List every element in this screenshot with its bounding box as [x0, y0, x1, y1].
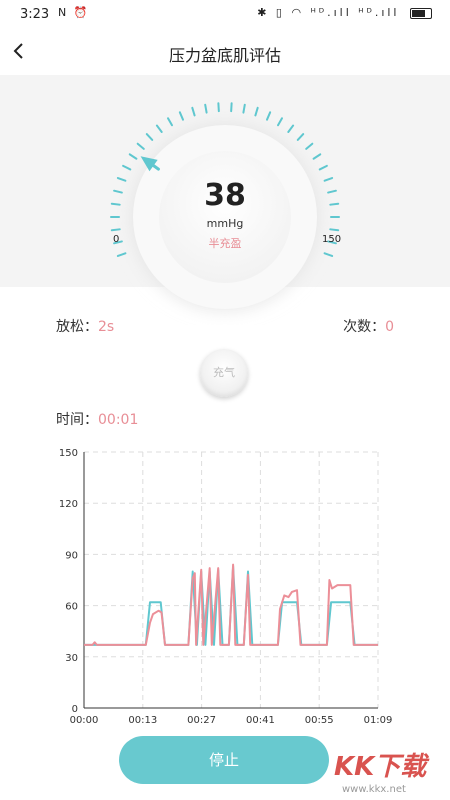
nav-bar: 压力盆底肌评估 — [0, 30, 450, 75]
x-tick-label: 00:55 — [305, 715, 334, 726]
fill-status: 半充盈 — [208, 237, 242, 250]
gauge-tick — [116, 177, 127, 182]
plot-area — [84, 452, 378, 708]
relax-value: 2s — [98, 319, 115, 335]
gauge-tick — [110, 228, 121, 232]
battery-icon — [410, 7, 432, 19]
signal-icons: ✱ ▯ ◠ ᴴᴰ.ıll ᴴᴰ.ıll — [257, 6, 400, 19]
x-tick-label: 00:13 — [128, 715, 157, 726]
gauge-tick — [312, 153, 322, 160]
gauge-tick — [110, 202, 121, 206]
gauge-tick — [329, 228, 340, 232]
relax-label: 放松： — [56, 319, 98, 335]
gauge-tick — [265, 111, 272, 121]
notification-icons: N ⏰ — [58, 6, 90, 19]
count-row: 次数：0 — [343, 316, 394, 336]
y-tick-label: 90 — [65, 550, 78, 561]
gauge-tick — [191, 106, 196, 117]
timer-label: 时间： — [56, 412, 98, 428]
x-tick-label: 00:00 — [70, 715, 99, 726]
y-tick-label: 0 — [72, 704, 78, 715]
timer-row: 时间：00:01 — [56, 409, 138, 429]
gauge-tick — [136, 142, 145, 150]
stop-button[interactable]: 停止 — [119, 736, 329, 784]
count-label: 次数： — [343, 319, 386, 335]
status-bar: 3:23 N ⏰ ✱ ▯ ◠ ᴴᴰ.ıll ᴴᴰ.ıll — [0, 0, 450, 30]
gauge-tick — [204, 103, 208, 114]
pressure-value: 38 — [204, 178, 246, 213]
gauge-max-label: 150 — [322, 234, 342, 245]
status-right-icons: ✱ ▯ ◠ ᴴᴰ.ıll ᴴᴰ.ıll — [257, 6, 432, 19]
gauge-tick — [167, 117, 173, 127]
gauge-tick — [155, 124, 163, 133]
relax-row: 放松：2s — [56, 316, 114, 336]
watermark-url: www.kkx.net — [342, 784, 406, 795]
gauge-tick — [128, 153, 138, 160]
gauge-tick — [323, 177, 334, 182]
watermark-text: KK下载 — [334, 752, 427, 782]
gauge-tick — [277, 117, 283, 127]
gauge-tick — [329, 202, 340, 206]
gauge-tick — [327, 189, 337, 194]
gauge-tick — [145, 133, 154, 141]
gauge-tick — [113, 189, 123, 194]
gauge-tick — [178, 111, 185, 121]
gauge-tick — [242, 103, 246, 114]
inflate-button[interactable]: 充气 — [200, 349, 248, 397]
x-tick-label: 01:09 — [364, 715, 393, 726]
status-time: 3:23 — [20, 7, 50, 22]
pressure-chart: 0 30 60 90 120 150 00:00 00:13 00:27 00:41 00:55 01… — [59, 448, 393, 726]
gauge-min-label: 0 — [113, 234, 120, 245]
gauge-tick — [116, 252, 127, 257]
count-value: 0 — [385, 319, 394, 335]
gauge-tick — [254, 106, 259, 117]
y-tick-label: 30 — [65, 653, 78, 664]
watermark-logo: KK下载 www.kkx.net — [322, 746, 450, 800]
page-title: 压力盆底肌评估 — [168, 46, 281, 65]
gauge-tick — [318, 164, 328, 171]
gauge-tick — [323, 252, 334, 257]
timer-value: 00:01 — [98, 412, 139, 428]
y-tick-label: 120 — [59, 499, 78, 510]
gauge-tick — [305, 142, 314, 150]
y-tick-label: 60 — [65, 602, 78, 613]
pressure-unit: mmHg — [206, 217, 244, 230]
gauge-tick — [296, 133, 305, 141]
x-tick-label: 00:27 — [187, 715, 216, 726]
gauge-tick — [122, 164, 132, 171]
gauge-tick — [287, 124, 295, 133]
x-tick-label: 00:41 — [246, 715, 275, 726]
y-tick-label: 150 — [59, 448, 78, 459]
